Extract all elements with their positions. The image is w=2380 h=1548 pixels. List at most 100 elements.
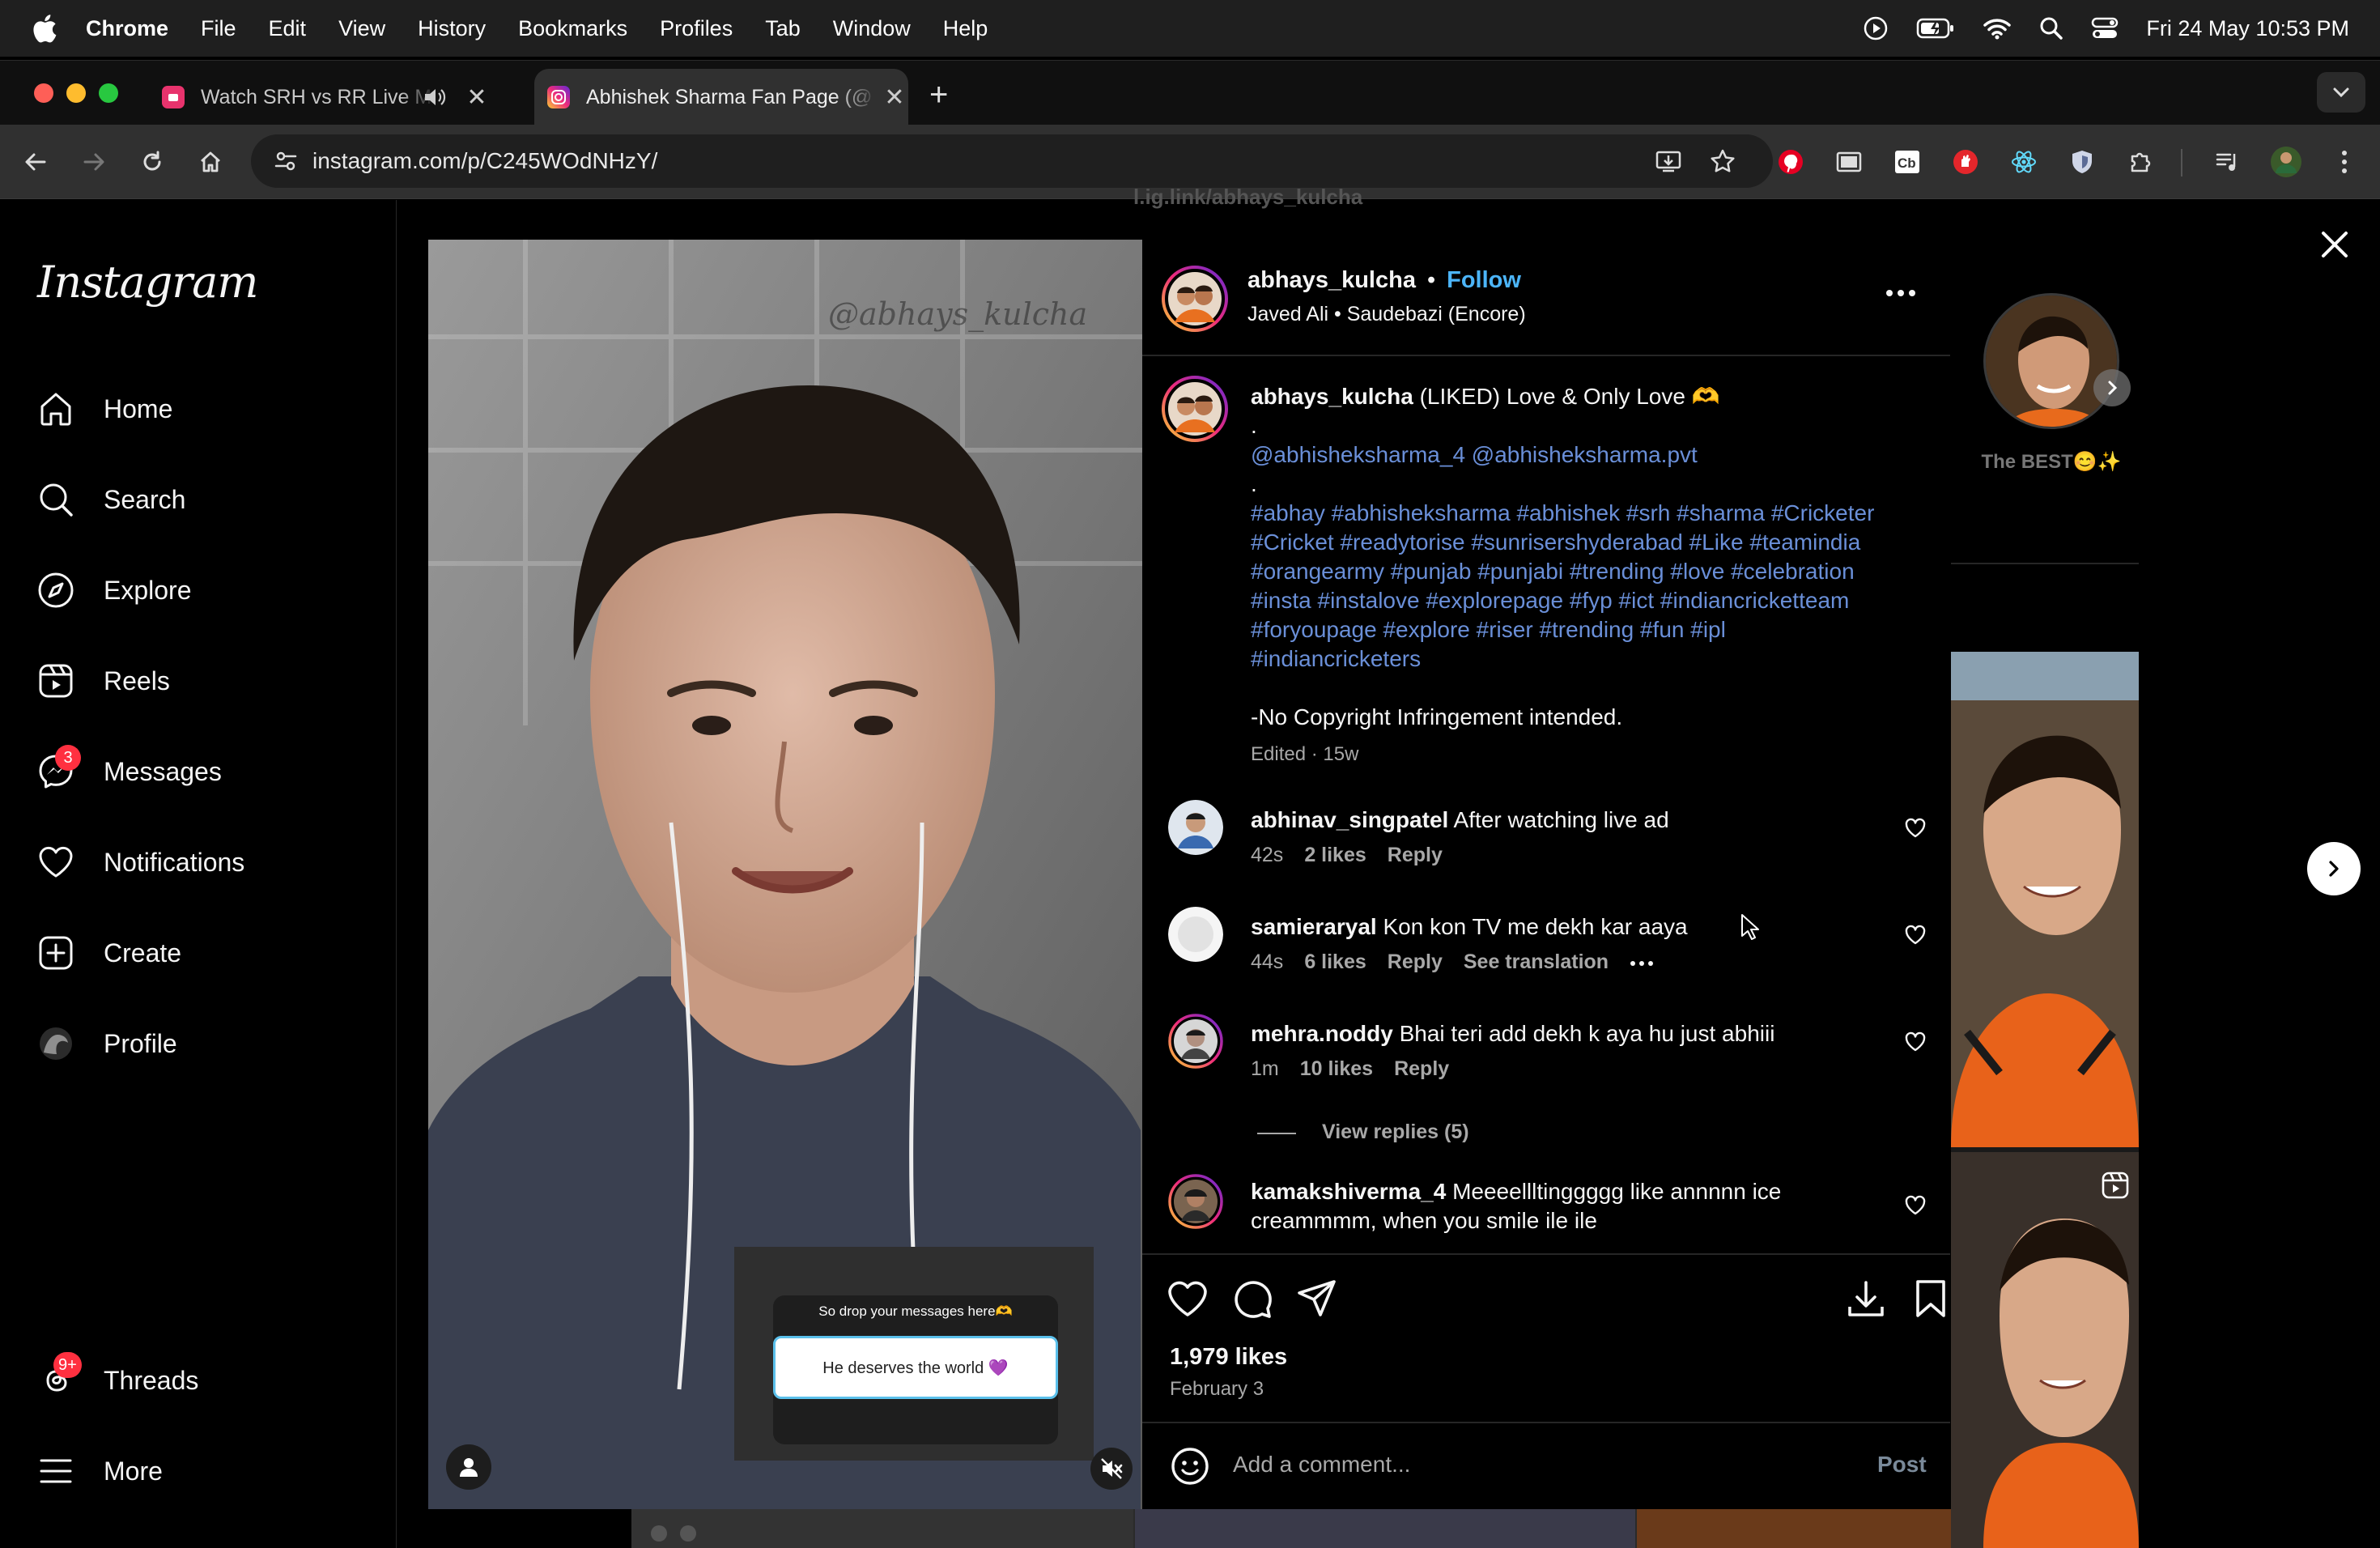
- caption-hashtags[interactable]: #insta #instalove #explorepage #fyp #ict…: [1251, 586, 1923, 615]
- sidebar-item-create[interactable]: Create: [36, 922, 181, 984]
- sidebar-item-notifications[interactable]: Notifications: [36, 831, 244, 893]
- add-comment-input[interactable]: Add a comment...: [1233, 1452, 1848, 1478]
- caption-username[interactable]: abhays_kulcha: [1251, 384, 1413, 409]
- wifi-icon[interactable]: [1983, 17, 2012, 40]
- comment-like-heart-icon[interactable]: [1905, 1031, 1926, 1053]
- highlight-avatar[interactable]: [1983, 293, 2119, 429]
- picture-in-picture-extension-icon[interactable]: [1833, 146, 1865, 178]
- tab-close-icon[interactable]: ✕: [465, 83, 489, 112]
- highlight-next-button[interactable]: [2093, 369, 2131, 406]
- comment-username[interactable]: kamakshiverma_4: [1251, 1179, 1446, 1204]
- home-button[interactable]: [194, 146, 227, 178]
- back-button[interactable]: [19, 146, 52, 178]
- pinterest-extension-icon[interactable]: [1774, 146, 1807, 178]
- menu-help[interactable]: Help: [943, 16, 988, 41]
- commenter-avatar[interactable]: [1168, 1014, 1223, 1069]
- media-controls-icon[interactable]: [2212, 146, 2244, 178]
- comment-username[interactable]: mehra.noddy: [1251, 1021, 1393, 1046]
- menubar-clock[interactable]: Fri 24 May 10:53 PM: [2146, 16, 2349, 41]
- caption-hashtags[interactable]: #indiancricketers: [1251, 644, 1923, 674]
- tagged-users-button[interactable]: [446, 1444, 491, 1490]
- audio-track-link[interactable]: Javed Ali • Saudebazi (Encore): [1247, 303, 1526, 326]
- comment-likes[interactable]: 2 likes: [1304, 844, 1366, 867]
- sidebar-item-more[interactable]: More: [36, 1440, 163, 1502]
- caption-mentions[interactable]: @abhisheksharma_4 @abhisheksharma.pvt: [1251, 440, 1923, 470]
- follow-button[interactable]: Follow: [1447, 267, 1521, 294]
- comment-likes[interactable]: 6 likes: [1304, 950, 1366, 974]
- menu-chrome[interactable]: Chrome: [86, 16, 168, 41]
- sidebar-item-reels[interactable]: Reels: [36, 650, 170, 712]
- download-icon[interactable]: [1845, 1278, 1887, 1320]
- menu-bookmarks[interactable]: Bookmarks: [518, 16, 627, 41]
- comment-options-icon[interactable]: [1630, 960, 1654, 967]
- comment-reply-button[interactable]: Reply: [1394, 1057, 1449, 1081]
- sidebar-item-threads[interactable]: 9+ Threads: [36, 1350, 198, 1411]
- reload-button[interactable]: [136, 146, 168, 178]
- sidebar-item-messages[interactable]: 3 Messages: [36, 741, 222, 802]
- sidebar-item-explore[interactable]: Explore: [36, 559, 192, 621]
- share-paper-plane-icon[interactable]: [1296, 1278, 1338, 1320]
- post-video[interactable]: @abhays_kulcha So drop your messages her…: [428, 240, 1142, 1509]
- comment-likes[interactable]: 10 likes: [1300, 1057, 1373, 1081]
- mute-toggle-button[interactable]: [1090, 1448, 1133, 1490]
- browser-tab-srh-vs-rr[interactable]: Watch SRH vs RR Live Ma ✕: [162, 69, 489, 125]
- menu-tab[interactable]: Tab: [765, 16, 801, 41]
- commenter-avatar[interactable]: [1168, 800, 1223, 855]
- view-replies-button[interactable]: View replies (5): [1322, 1121, 1469, 1144]
- likes-count[interactable]: 1,979 likes: [1170, 1344, 1287, 1371]
- install-app-icon[interactable]: [1655, 149, 1682, 173]
- commenter-avatar[interactable]: [1168, 1174, 1223, 1229]
- cb-extension-icon[interactable]: Cb: [1891, 146, 1923, 178]
- bookmark-star-icon[interactable]: [1710, 148, 1736, 174]
- control-center-icon[interactable]: [2091, 16, 2119, 40]
- window-close-button[interactable]: [34, 83, 53, 103]
- menu-history[interactable]: History: [418, 16, 486, 41]
- emoji-picker-icon[interactable]: [1170, 1446, 1210, 1486]
- chrome-menu-button[interactable]: [2328, 146, 2361, 178]
- comment-like-heart-icon[interactable]: [1905, 818, 1926, 839]
- address-bar[interactable]: instagram.com/p/C245WOdNHzY/: [251, 134, 1773, 188]
- apple-icon[interactable]: [29, 12, 58, 45]
- background-post-grid[interactable]: [1951, 652, 2139, 1548]
- menu-edit[interactable]: Edit: [269, 16, 307, 41]
- sidebar-item-search[interactable]: Search: [36, 469, 185, 530]
- battery-icon[interactable]: [1916, 17, 1955, 40]
- comment-bubble-icon[interactable]: [1231, 1278, 1273, 1320]
- more-options-icon[interactable]: [1885, 288, 1916, 298]
- caption-hashtags[interactable]: #abhay #abhisheksharma #abhishek #srh #s…: [1251, 499, 1923, 528]
- sidebar-item-home[interactable]: Home: [36, 378, 172, 440]
- sidebar-item-profile[interactable]: Profile: [36, 1013, 177, 1074]
- author-avatar[interactable]: [1162, 266, 1228, 332]
- comment-like-heart-icon[interactable]: [1905, 925, 1926, 946]
- menu-profiles[interactable]: Profiles: [660, 16, 733, 41]
- hand-extension-icon[interactable]: [1949, 146, 1982, 178]
- next-post-button[interactable]: [2307, 842, 2361, 895]
- post-comment-button[interactable]: Post: [1877, 1452, 1927, 1478]
- comment-username[interactable]: samieraryal: [1251, 914, 1377, 939]
- new-tab-button[interactable]: +: [929, 79, 948, 111]
- tab-close-icon[interactable]: ✕: [882, 83, 907, 112]
- extensions-puzzle-icon[interactable]: [2124, 146, 2157, 178]
- caption-hashtags[interactable]: #orangearmy #punjab #punjabi #trending #…: [1251, 557, 1923, 586]
- caption-hashtags[interactable]: #Cricket #readytorise #sunrisershyderaba…: [1251, 528, 1923, 557]
- commenter-avatar[interactable]: [1168, 907, 1223, 962]
- menu-view[interactable]: View: [338, 16, 385, 41]
- author-username[interactable]: abhays_kulcha: [1247, 267, 1416, 294]
- save-bookmark-icon[interactable]: [1910, 1278, 1952, 1320]
- comment-reply-button[interactable]: Reply: [1388, 950, 1443, 974]
- browser-tab-instagram[interactable]: Abhishek Sharma Fan Page (@ ✕: [534, 69, 908, 125]
- tab-search-button[interactable]: [2317, 72, 2365, 113]
- comment-reply-button[interactable]: Reply: [1388, 844, 1443, 867]
- shield-extension-icon[interactable]: [2066, 146, 2098, 178]
- media-play-icon[interactable]: [1863, 15, 1889, 41]
- spotlight-search-icon[interactable]: [2039, 16, 2063, 40]
- site-info-icon[interactable]: [274, 149, 298, 173]
- caption-author-avatar[interactable]: [1162, 376, 1228, 442]
- forward-button[interactable]: [78, 146, 110, 178]
- react-devtools-extension-icon[interactable]: [2008, 146, 2040, 178]
- comment-like-heart-icon[interactable]: [1905, 1195, 1926, 1216]
- window-zoom-button[interactable]: [99, 83, 118, 103]
- comment-username[interactable]: abhinav_singpatel: [1251, 807, 1448, 832]
- close-modal-button[interactable]: [2315, 225, 2354, 264]
- window-minimize-button[interactable]: [66, 83, 86, 103]
